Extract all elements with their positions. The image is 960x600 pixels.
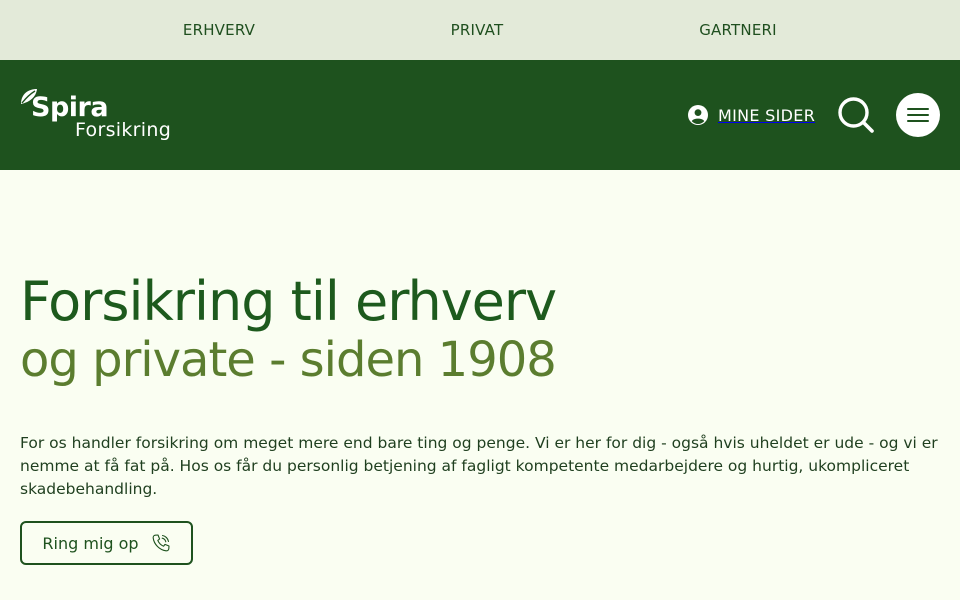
call-me-label: Ring mig op — [42, 533, 139, 553]
hamburger-line — [907, 120, 929, 122]
phone-icon — [152, 534, 170, 552]
hero-lead-text: For os handler forsikring om meget mere … — [20, 434, 938, 498]
hamburger-menu-icon — [907, 108, 929, 110]
logo[interactable]: Spira Forsikring — [19, 88, 199, 148]
search-icon — [838, 97, 874, 133]
main-header: Spira Forsikring MINE SIDER — [0, 60, 960, 170]
topnav-item-privat[interactable]: PRIVAT — [451, 0, 504, 60]
search-button[interactable] — [837, 96, 875, 134]
topnav-item-gartneri[interactable]: GARTNERI — [699, 0, 777, 60]
mine-sider-label: MINE SIDER — [718, 105, 816, 125]
page-title: Forsikring til erhverv — [20, 270, 557, 333]
hero-heading: Forsikring til erhverv og private - side… — [20, 270, 950, 392]
topnav-item-erhverv[interactable]: ERHVERV — [183, 0, 255, 60]
menu-button[interactable] — [896, 93, 940, 137]
logo-subtitle: Forsikring — [75, 119, 172, 141]
user-circle-icon — [688, 105, 708, 125]
mine-sider-link[interactable]: MINE SIDER — [688, 104, 815, 126]
top-navigation: ERHVERV PRIVAT GARTNERI — [0, 0, 960, 60]
page-subtitle: og private - siden 1908 — [20, 332, 557, 388]
hamburger-line — [907, 114, 929, 116]
call-me-button[interactable]: Ring mig op — [20, 521, 193, 565]
